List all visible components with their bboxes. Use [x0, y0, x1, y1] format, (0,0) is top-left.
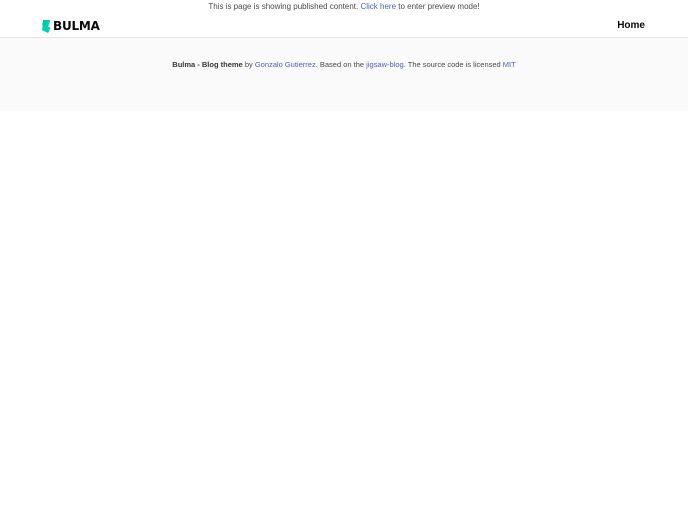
banner-text: This is page is showing published conten… — [208, 2, 359, 11]
jigsaw-blog-link[interactable]: jigsaw-blog — [366, 60, 404, 69]
footer-based-on: . Based on the — [315, 60, 365, 69]
nav-home-link[interactable]: Home — [617, 19, 645, 33]
footer-license-text: . The source code is licensed — [403, 60, 501, 69]
footer-credits: Bulma - Blog theme by Gonzalo Gutierrez.… — [0, 59, 688, 71]
mit-license-link[interactable]: MIT — [503, 60, 516, 69]
preview-mode-banner: This is page is showing published conten… — [0, 0, 688, 14]
enter-preview-link[interactable]: Click here — [360, 2, 396, 11]
navbar: BULMA Home — [0, 14, 688, 38]
footer: Bulma - Blog theme by Gonzalo Gutierrez.… — [0, 38, 688, 111]
banner-text-after: to enter preview mode! — [398, 2, 480, 11]
bulma-logo-icon — [42, 19, 51, 33]
brand-text: BULMA — [53, 19, 100, 33]
footer-title: Bulma - Blog theme — [172, 60, 243, 69]
brand-link[interactable]: BULMA — [42, 18, 100, 34]
author-link[interactable]: Gonzalo Gutierrez — [255, 60, 316, 69]
footer-by: by — [244, 60, 253, 69]
